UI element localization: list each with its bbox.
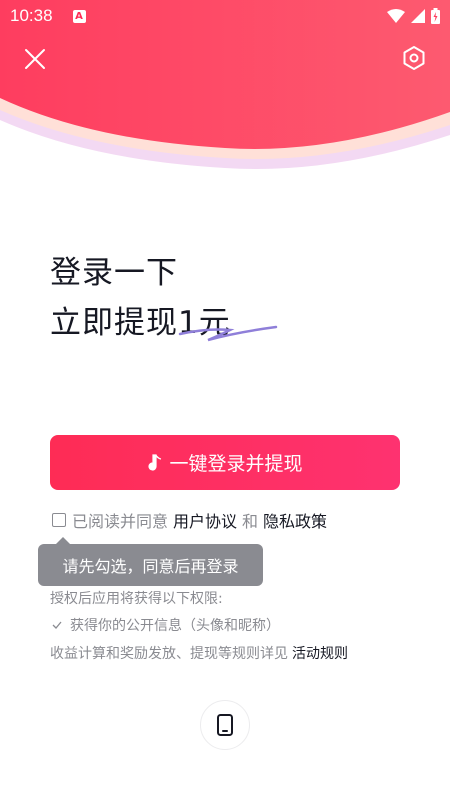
agree-first-tooltip: 请先勾选，同意后再登录 (38, 537, 263, 586)
check-icon (52, 621, 62, 629)
rules-text: 收益计算和奖励发放、提现等规则详见 (50, 646, 288, 662)
permission-item-label: 获得你的公开信息（头像和昵称） (70, 618, 280, 634)
permission-item: 获得你的公开信息（头像和昵称） (52, 615, 280, 635)
phone-login-button[interactable] (200, 700, 250, 750)
phone-icon (217, 714, 233, 736)
settings-hexagon-icon (403, 46, 425, 70)
music-note-icon (147, 453, 163, 472)
headline-line1: 登录一下 (50, 255, 178, 291)
app-notification-icon: A (72, 9, 86, 23)
underline-squiggle (178, 325, 278, 342)
rules-row: 收益计算和奖励发放、提现等规则详见 活动规则 (50, 643, 348, 663)
privacy-policy-link[interactable]: 隐私政策 (263, 508, 327, 532)
tooltip-text: 请先勾选，同意后再登录 (62, 557, 239, 576)
settings-button[interactable] (396, 40, 432, 76)
user-agreement-link[interactable]: 用户协议 (173, 508, 237, 532)
status-indicators (387, 8, 440, 24)
signal-icon (411, 9, 425, 23)
agreement-checkbox[interactable] (52, 513, 66, 527)
agreement-row: 已阅读并同意 用户协议 和 隐私政策 (52, 508, 332, 532)
headline: 登录一下 立即提现1元 (50, 248, 278, 348)
wifi-icon (387, 9, 405, 23)
agreement-prefix: 已阅读并同意 (72, 512, 169, 531)
close-icon (25, 49, 45, 69)
battery-icon (431, 8, 440, 24)
status-bar: 10:38 A (0, 0, 450, 32)
close-button[interactable] (18, 42, 52, 76)
one-click-login-button[interactable]: 一键登录并提现 (50, 435, 400, 490)
agreement-conjunction: 和 (242, 512, 259, 531)
headline-line2-wrap: 立即提现1元 (50, 298, 278, 348)
permissions-title: 授权后应用将获得以下权限: (50, 591, 223, 607)
login-button-label: 一键登录并提现 (169, 453, 303, 475)
status-time: 10:38 (10, 6, 53, 25)
activity-rules-link[interactable]: 活动规则 (292, 646, 348, 662)
